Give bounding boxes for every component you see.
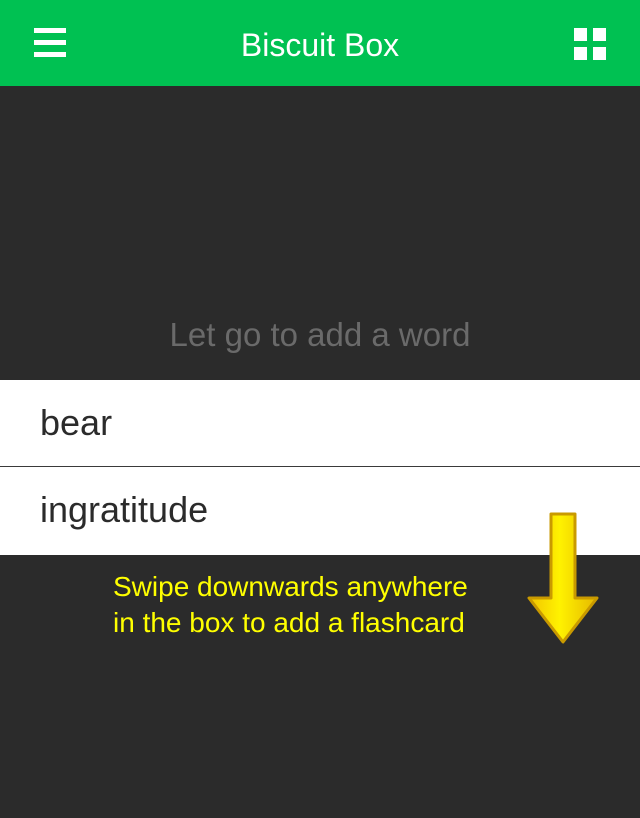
menu-button[interactable] xyxy=(30,24,70,62)
app-title: Biscuit Box xyxy=(240,27,400,63)
tutorial-line-2: in the box to add a flashcard xyxy=(113,607,465,638)
down-arrow-icon xyxy=(527,512,599,644)
grid-view-button[interactable] xyxy=(568,22,612,66)
drop-hint: Let go to add a word xyxy=(169,316,471,353)
word-item[interactable]: bear xyxy=(0,380,640,467)
app-header: Biscuit Box xyxy=(0,0,640,86)
tutorial-line-1: Swipe downwards anywhere xyxy=(113,571,468,602)
tutorial-tip: Swipe downwards anywhere in the box to a… xyxy=(113,569,533,641)
